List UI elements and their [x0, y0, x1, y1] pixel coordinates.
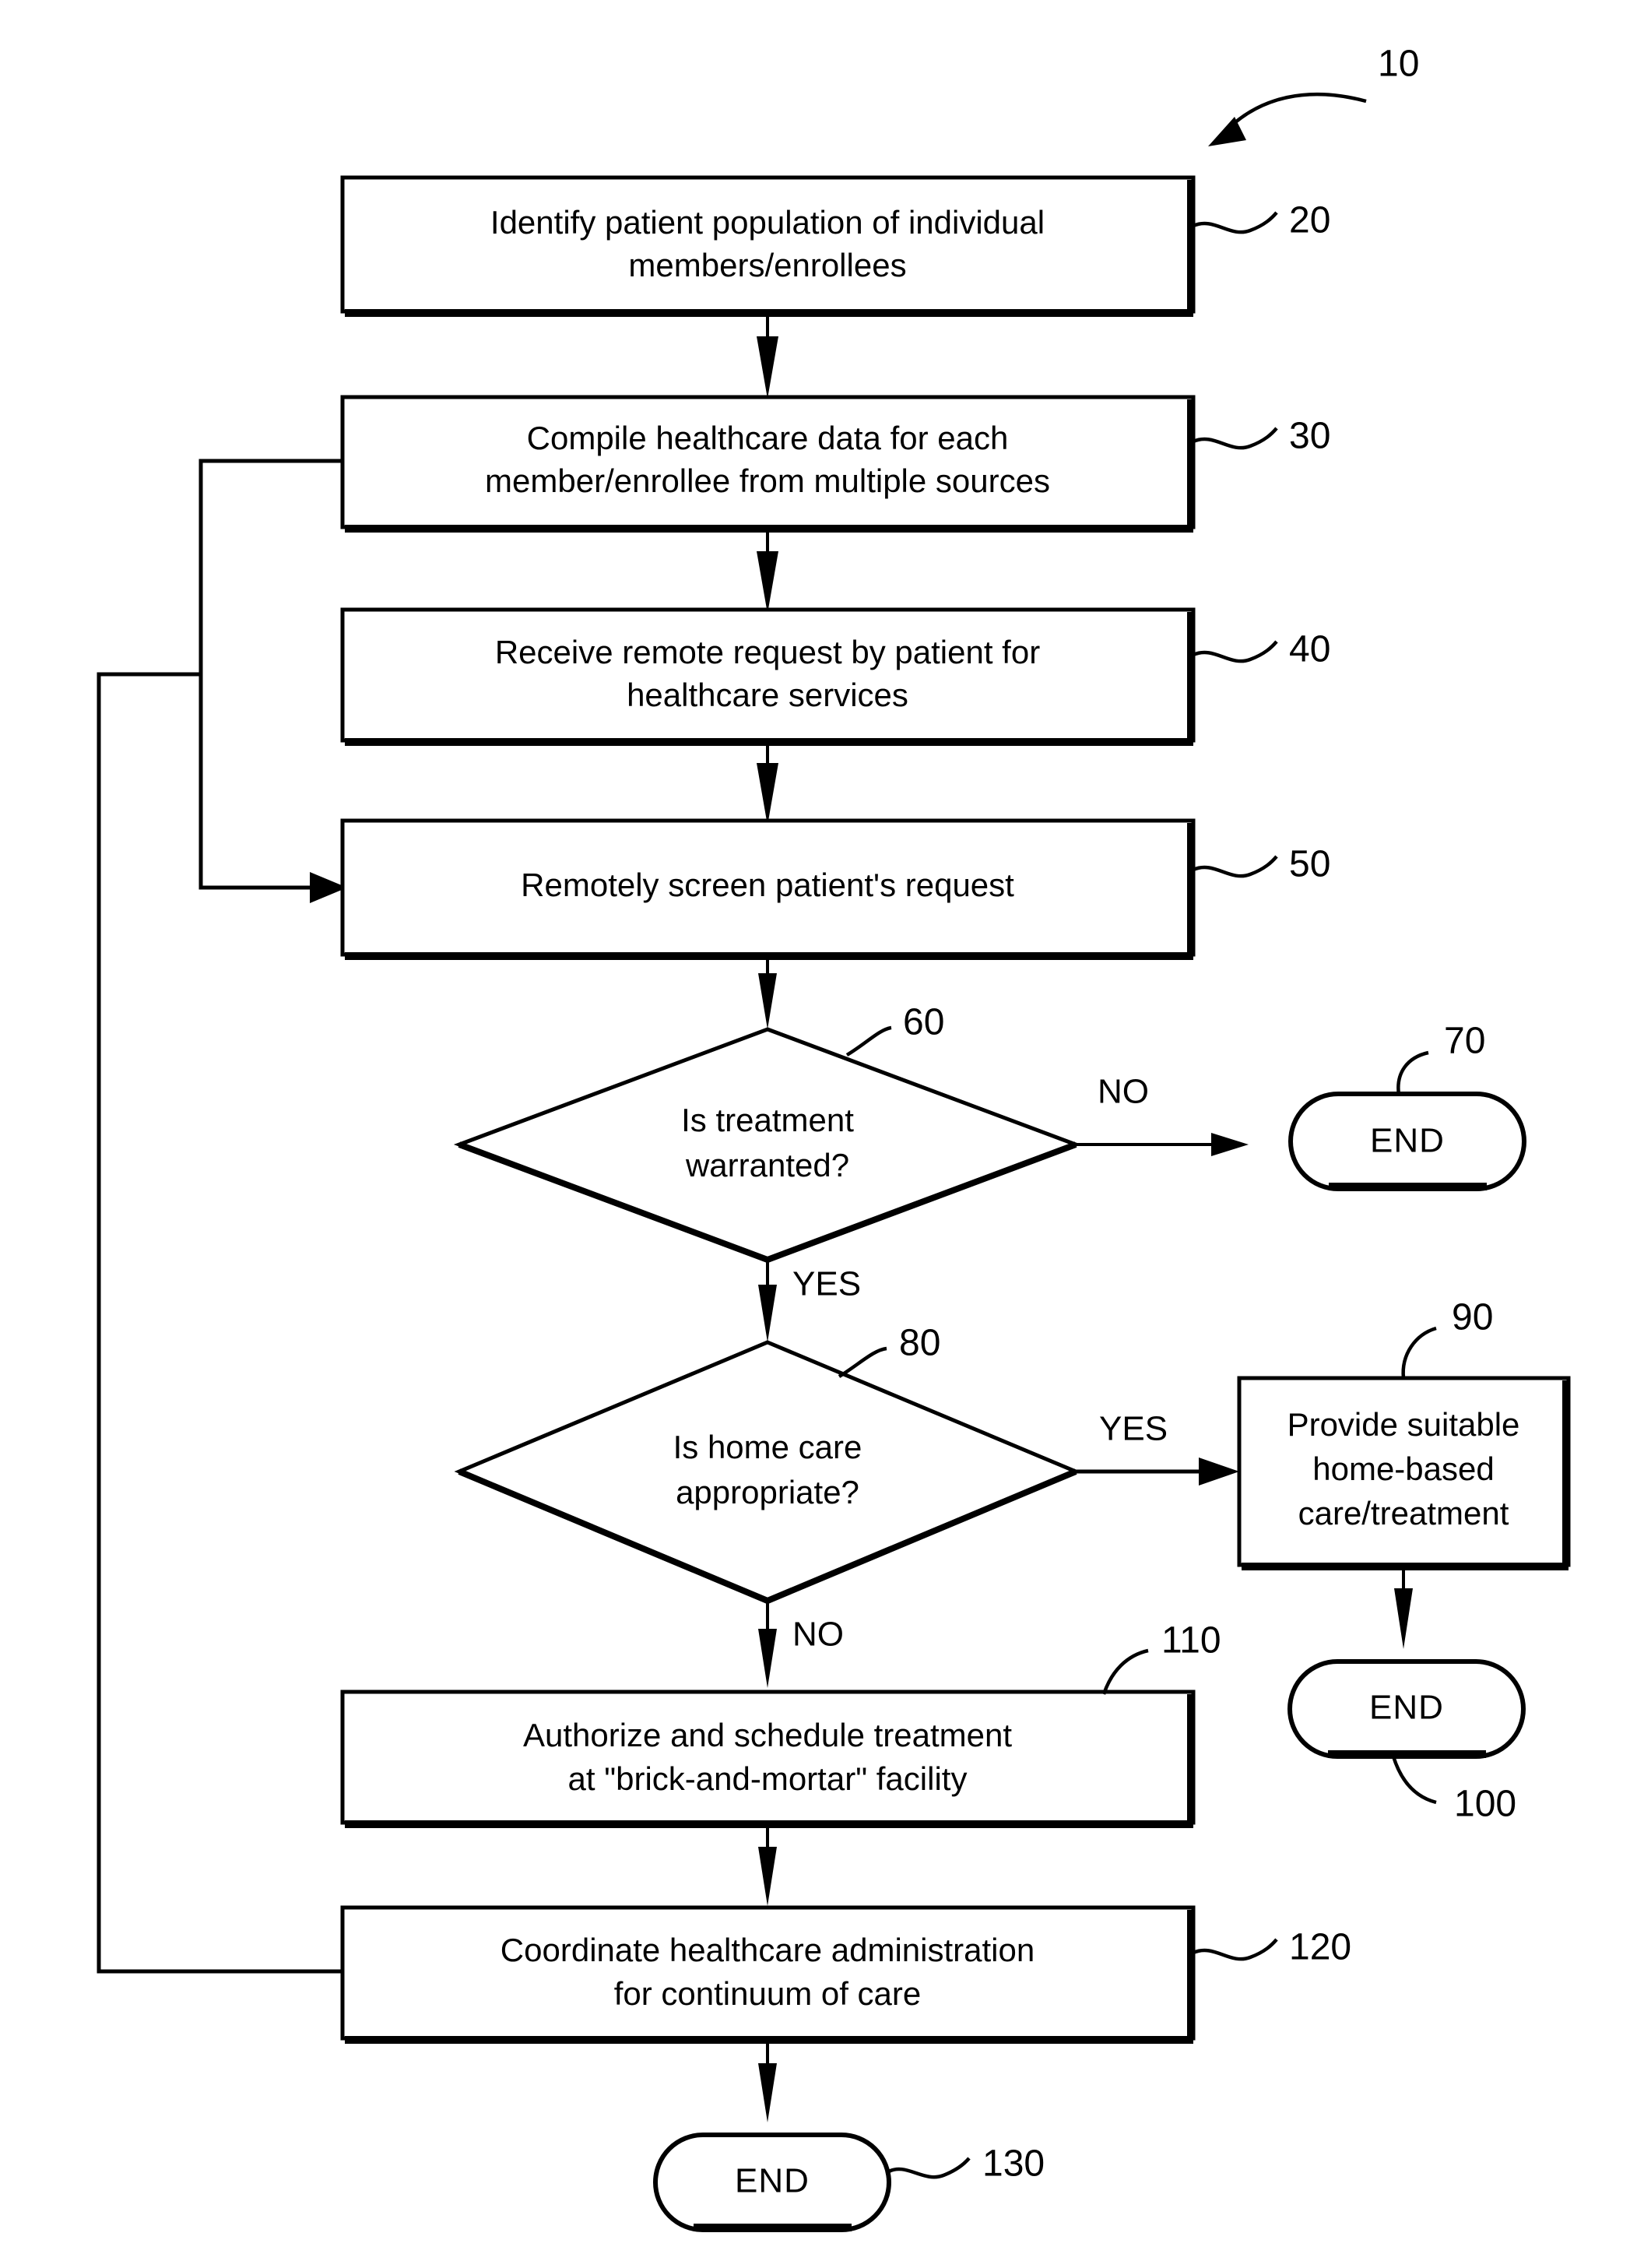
node-60-label-line-2: warranted?: [685, 1147, 849, 1183]
node-110-box[interactable]: [340, 1690, 1196, 1825]
node-40-leader: [1193, 640, 1278, 663]
figure-10-leader: [1227, 93, 1367, 130]
node-80-label-line-2: appropriate?: [676, 1474, 859, 1510]
patent-figure: 10 Identify patient population of indivi…: [0, 0, 1637, 2268]
arrow-50-60-head: [758, 973, 777, 1029]
node-110-ref-label: 110: [1161, 1620, 1221, 1661]
branch-80-yes-arrowhead: [1199, 1457, 1239, 1486]
node-130-ref-label: 130: [982, 2143, 1045, 2185]
node-40-ref-label: 40: [1289, 629, 1330, 670]
node-identify-patient-population[interactable]: Identify patient population of individua…: [340, 175, 1330, 317]
node-receive-remote-request[interactable]: Receive remote request by patient for he…: [340, 607, 1330, 746]
branch-60-no: NO: [1076, 1073, 1249, 1156]
node-30-ref-label: 30: [1289, 416, 1330, 457]
figure-ref-10: 10: [1208, 44, 1419, 146]
node-20-label-line-1: Identify patient population of individua…: [490, 204, 1045, 241]
arrow-120-to-130: [758, 2040, 777, 2122]
node-90-leader: [1401, 1326, 1437, 1379]
arrow-20-to-30: [757, 313, 778, 399]
node-70-leader: [1396, 1050, 1429, 1095]
flowchart-canvas: 10 Identify patient population of indivi…: [97, 44, 1571, 2232]
node-40-label-line-1: Receive remote request by patient for: [495, 634, 1040, 670]
arrow-110-120-head: [758, 1847, 777, 1906]
node-110-label-line-1: Authorize and schedule treatment: [523, 1717, 1012, 1753]
node-120-label-line-2: for continuum of care: [614, 1975, 922, 2012]
node-30-leader: [1193, 427, 1278, 450]
arrow-40-to-50: [757, 742, 778, 825]
feedback-inner-path: [198, 459, 343, 890]
node-provide-home-based-care[interactable]: Provide suitable home-based care/treatme…: [1237, 1297, 1571, 1570]
branch-80-yes-label: YES: [1099, 1410, 1168, 1448]
node-110-leader: [1101, 1648, 1149, 1695]
decision-is-home-care-appropriate[interactable]: Is home care appropriate? 80: [454, 1323, 1081, 1604]
branch-60-yes-label: YES: [792, 1265, 861, 1303]
feedback-loop-outer: [97, 672, 343, 1974]
arrow-120-130-head: [758, 2063, 777, 2122]
node-compile-healthcare-data[interactable]: Compile healthcare data for each member/…: [340, 395, 1330, 533]
node-90-label-line-3: care/treatment: [1298, 1495, 1509, 1531]
node-70-ref-label: 70: [1444, 1021, 1485, 1062]
node-120-label-line-1: Coordinate healthcare administration: [501, 1932, 1035, 1968]
node-20-ref-label: 20: [1289, 200, 1330, 241]
node-130-label: END: [735, 2162, 810, 2200]
node-130-leader: [886, 2157, 971, 2179]
branch-60-no-arrowhead: [1211, 1133, 1249, 1156]
figure-10-arrowhead: [1208, 117, 1246, 146]
node-remotely-screen-request[interactable]: Remotely screen patient's request 50: [340, 818, 1330, 960]
node-60-diamond[interactable]: [453, 1027, 1082, 1262]
figure-ref-10-label: 10: [1378, 44, 1419, 85]
feedback-outer-path: [97, 672, 343, 1974]
terminator-end-130[interactable]: END 130: [653, 2133, 1045, 2232]
branch-60-yes-arrowhead: [758, 1285, 777, 1342]
node-90-label-line-1: Provide suitable: [1287, 1406, 1520, 1443]
node-120-ref-label: 120: [1289, 1927, 1351, 1968]
node-20-label-line-2: members/enrollees: [628, 247, 906, 283]
node-coordinate-healthcare-admin[interactable]: Coordinate healthcare administration for…: [340, 1905, 1351, 2044]
arrow-90-to-100: [1394, 1567, 1413, 1649]
node-90-label-line-2: home-based: [1312, 1450, 1494, 1487]
node-100-ref-label: 100: [1454, 1784, 1516, 1825]
node-80-leader: [838, 1346, 887, 1378]
branch-80-no-label: NO: [792, 1616, 844, 1654]
node-50-leader: [1193, 855, 1278, 878]
node-90-ref-label: 90: [1452, 1297, 1493, 1338]
node-50-label-line-1: Remotely screen patient's request: [521, 867, 1014, 903]
terminator-end-100[interactable]: END 100: [1287, 1659, 1526, 1825]
branch-80-yes: YES: [1076, 1410, 1239, 1486]
branch-60-no-label: NO: [1098, 1073, 1149, 1111]
arrow-30-40-head: [757, 551, 778, 614]
decision-is-treatment-warranted[interactable]: Is treatment warranted? 60: [453, 1002, 1082, 1263]
branch-80-no-arrowhead: [758, 1629, 777, 1688]
node-120-box[interactable]: [340, 1905, 1196, 2041]
node-100-label: END: [1369, 1689, 1444, 1727]
node-20-leader: [1193, 211, 1278, 234]
node-100-leader: [1391, 1756, 1437, 1805]
node-30-label-line-1: Compile healthcare data for each: [527, 420, 1009, 456]
arrow-20-30-head: [757, 336, 778, 399]
node-40-label-line-2: healthcare services: [627, 677, 908, 713]
node-60-label-line-1: Is treatment: [681, 1102, 854, 1138]
node-80-label-line-1: Is home care: [673, 1429, 862, 1465]
node-110-label-line-2: at "brick-and-mortar" facility: [568, 1760, 968, 1797]
arrow-90-100-head: [1394, 1588, 1413, 1649]
node-80-ref-label: 80: [899, 1323, 940, 1364]
arrow-50-to-60: [758, 956, 777, 1029]
arrow-30-to-40: [757, 529, 778, 614]
node-20-box[interactable]: [340, 175, 1196, 314]
node-40-box[interactable]: [340, 607, 1196, 743]
arrow-40-50-head: [757, 763, 778, 825]
branch-80-no: NO: [758, 1601, 844, 1688]
node-70-label: END: [1370, 1122, 1445, 1160]
branch-60-yes: YES: [758, 1260, 861, 1342]
terminator-end-70[interactable]: END 70: [1288, 1021, 1526, 1191]
feedback-loop-inner: [198, 459, 347, 903]
node-120-leader: [1193, 1938, 1278, 1961]
node-authorize-schedule-treatment[interactable]: Authorize and schedule treatment at "bri…: [340, 1620, 1221, 1828]
node-60-leader: [845, 1025, 892, 1057]
node-30-label-line-2: member/enrollee from multiple sources: [485, 462, 1050, 499]
node-60-ref-label: 60: [903, 1002, 944, 1043]
node-80-diamond[interactable]: [454, 1340, 1081, 1603]
arrow-110-to-120: [758, 1824, 777, 1906]
node-50-ref-label: 50: [1289, 844, 1330, 885]
